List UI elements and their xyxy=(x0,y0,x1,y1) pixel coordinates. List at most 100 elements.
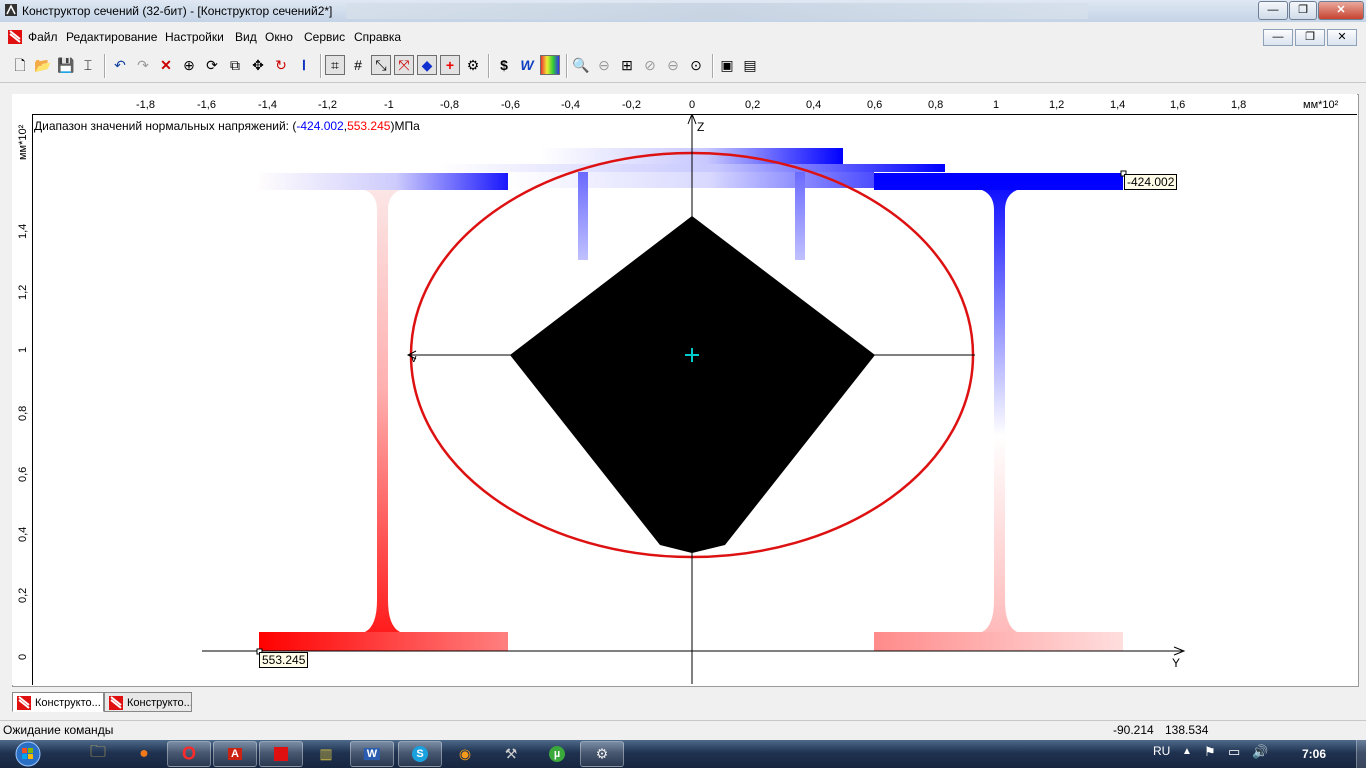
taskbar-utorrent[interactable]: µ xyxy=(535,741,579,767)
zoom-window-icon[interactable]: ⊞ xyxy=(617,55,637,75)
menu-edit[interactable]: Редактирование xyxy=(66,30,157,44)
pick-icon[interactable]: ⟳ xyxy=(202,55,222,75)
v-axis-label: v xyxy=(411,353,417,365)
taskbar-explorer[interactable]: 🗀 xyxy=(76,741,120,767)
toolbar-separator xyxy=(712,54,714,78)
open-folder-icon[interactable]: 📂 xyxy=(33,55,53,75)
palette-icon[interactable] xyxy=(540,55,560,75)
tab-document-2[interactable]: Конструкто... xyxy=(104,692,192,712)
tray-flag-icon[interactable]: ⚑ xyxy=(1204,744,1216,760)
stress-icon[interactable]: ⤧ xyxy=(394,55,414,75)
toolbar-separator xyxy=(488,54,490,78)
x-tick-label: -1,4 xyxy=(258,99,277,111)
x-tick-label: -0,2 xyxy=(622,99,641,111)
tray-clock[interactable]: 7:06 xyxy=(1302,747,1326,761)
app-icon xyxy=(5,4,17,16)
x-tick-label: -1,8 xyxy=(136,99,155,111)
close-button[interactable]: ✕ xyxy=(1318,1,1364,20)
x-tick-label: 0 xyxy=(689,99,696,111)
z-axis-label: Z xyxy=(697,120,705,134)
title-bar-blur xyxy=(346,3,1088,19)
tray-volume-icon[interactable]: 🔊 xyxy=(1252,744,1268,760)
range-suffix: )МПа xyxy=(390,119,420,133)
y-unit-label: мм*10² xyxy=(17,124,29,160)
y-tick-label: 0,4 xyxy=(17,526,29,542)
y-tick-label: 1 xyxy=(17,346,29,353)
x-tick-label: 1,6 xyxy=(1170,99,1186,111)
grid-icon[interactable]: # xyxy=(348,55,368,75)
x-tick-label: 0,8 xyxy=(928,99,944,111)
document-icon xyxy=(109,696,123,710)
stress-range-label: Диапазон значений нормальных напряжений:… xyxy=(34,119,420,133)
app-icon: ⚙ xyxy=(595,745,609,762)
taskbar-section-app[interactable] xyxy=(259,741,303,767)
report-icon[interactable]: W xyxy=(517,55,537,75)
taskbar-firefox[interactable]: ● xyxy=(122,741,166,767)
taskbar-app[interactable]: ⚙ xyxy=(580,741,624,767)
y-tick-label: 1,2 xyxy=(17,284,29,300)
mdi-restore-button[interactable]: ❐ xyxy=(1295,29,1325,46)
x-tick-label: 1,8 xyxy=(1231,99,1247,111)
export-icon[interactable]: ▤ xyxy=(740,55,760,75)
start-orb-icon xyxy=(15,741,41,767)
tray-expand-icon[interactable]: ▲ xyxy=(1182,746,1192,757)
minimize-button[interactable]: — xyxy=(1258,1,1288,20)
menu-file[interactable]: Файл xyxy=(28,30,58,44)
taskbar-utility[interactable]: ⚒ xyxy=(489,741,533,767)
delete-icon[interactable]: ✕ xyxy=(156,55,176,75)
menu-service[interactable]: Сервис xyxy=(304,30,345,44)
section-icon[interactable]: Ⅰ xyxy=(294,55,314,75)
taskbar-skype[interactable]: S xyxy=(398,741,442,767)
undo-icon[interactable]: ↶ xyxy=(110,55,130,75)
menu-view[interactable]: Вид xyxy=(235,30,257,44)
calc-icon[interactable]: ⚙ xyxy=(463,55,483,75)
x-tick-label: -0,4 xyxy=(561,99,580,111)
window-title: Конструктор сечений (32-бит) - [Конструк… xyxy=(22,4,333,18)
maximize-button[interactable]: ❐ xyxy=(1289,1,1317,20)
zoom-extents-icon[interactable]: ⊙ xyxy=(686,55,706,75)
redo-icon[interactable]: ↷ xyxy=(133,55,153,75)
taskbar-avast[interactable]: ◉ xyxy=(443,741,487,767)
max-stress-tag: -424.002 xyxy=(1124,174,1178,190)
grid-snap-icon[interactable]: ⌗ xyxy=(325,55,345,75)
language-indicator[interactable]: RU xyxy=(1153,744,1170,758)
show-desktop-button[interactable] xyxy=(1356,740,1366,768)
page-setup-icon[interactable]: ⌶ xyxy=(78,55,98,75)
zoom-next-icon[interactable]: ⊖ xyxy=(663,55,683,75)
zoom-prev-icon[interactable]: ⊘ xyxy=(640,55,660,75)
snap-icon[interactable]: ⊕ xyxy=(179,55,199,75)
toolbar-separator xyxy=(320,54,322,78)
dollar-icon[interactable]: $ xyxy=(494,55,514,75)
start-button[interactable] xyxy=(6,741,50,767)
zoom-out-icon[interactable]: ⊖ xyxy=(594,55,614,75)
taskbar-word[interactable]: W xyxy=(350,741,394,767)
x-tick-label: -0,6 xyxy=(501,99,520,111)
x-tick-label: 0,4 xyxy=(806,99,822,111)
archive-icon: ▥ xyxy=(319,745,333,762)
tray-network-icon[interactable]: ▭ xyxy=(1228,744,1240,760)
menu-window[interactable]: Окно xyxy=(265,30,293,44)
cursor-y: 138.534 xyxy=(1165,723,1209,737)
range-prefix: Диапазон значений нормальных напряжений:… xyxy=(34,119,297,133)
copy-icon[interactable]: ⧉ xyxy=(225,55,245,75)
word-icon: W xyxy=(363,748,381,760)
new-file-icon[interactable]: 🗋 xyxy=(10,55,30,75)
save-icon[interactable]: 💾 xyxy=(56,55,76,75)
zoom-in-icon[interactable]: 🔍 xyxy=(571,55,591,75)
taskbar-acrobat[interactable]: A xyxy=(213,741,257,767)
tab-document-1[interactable]: Конструкто... xyxy=(12,692,104,712)
point-icon[interactable]: ◆ xyxy=(417,55,437,75)
taskbar-archive[interactable]: ▥ xyxy=(304,741,348,767)
layout-icon[interactable]: ▣ xyxy=(717,55,737,75)
move-icon[interactable]: ✥ xyxy=(248,55,268,75)
contour-icon[interactable]: ⤡ xyxy=(371,55,391,75)
menu-help[interactable]: Справка xyxy=(354,30,401,44)
taskbar-opera[interactable]: O xyxy=(167,741,211,767)
mdi-minimize-button[interactable]: — xyxy=(1263,29,1293,46)
x-unit-label: мм*10² xyxy=(1303,99,1339,111)
rotate-icon[interactable]: ↻ xyxy=(271,55,291,75)
x-tick-label: -1,6 xyxy=(197,99,216,111)
menu-settings[interactable]: Настройки xyxy=(165,30,224,44)
mdi-close-button[interactable]: ✕ xyxy=(1327,29,1357,46)
origin-icon[interactable]: + xyxy=(440,55,460,75)
